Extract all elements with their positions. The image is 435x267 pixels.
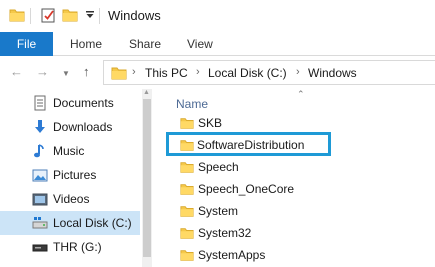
tab-view[interactable]: View [187,32,213,56]
drive-icon [32,239,48,255]
nav-item-label: Local Disk (C:) [53,216,132,230]
folder-icon [180,160,194,177]
folder-icon[interactable] [9,7,25,26]
nav-item-documents[interactable]: Documents [0,91,140,115]
up-arrow-icon[interactable]: ↑ [83,64,90,80]
videos-icon [32,191,48,207]
breadcrumb-windows[interactable]: Windows [308,66,357,80]
window-title: Windows [108,8,161,23]
nav-item-label: Documents [53,96,114,110]
file-name: Speech_OneCore [198,182,295,196]
nav-item-downloads[interactable]: Downloads [0,115,140,139]
list-item-skb[interactable]: SKB [168,112,368,134]
list-item-softwaredistribution[interactable]: SoftwareDistribution [166,132,331,156]
nav-item-pictures[interactable]: Pictures [0,163,140,187]
nav-item-label: Pictures [53,168,97,182]
file-name: Speech [198,160,239,174]
scroll-up-arrow-icon[interactable]: ▲ [143,89,150,96]
breadcrumb-chevron-icon[interactable]: › [196,66,200,78]
file-name: System [198,204,239,218]
customize-toolbar-icon[interactable] [85,10,95,23]
sort-ascending-icon: ⌃ [297,89,305,99]
nav-item-label: THR (G:) [53,240,102,254]
file-name: System32 [198,226,252,240]
file-list: ⌃ Name SKB SoftwareDistribution Speech S… [152,89,435,267]
list-item-system[interactable]: System [168,200,368,222]
forward-arrow-icon[interactable]: → [36,64,49,80]
list-item-speech[interactable]: Speech [168,156,368,178]
downloads-icon [32,119,48,135]
nav-item-label: Videos [53,192,90,206]
column-header-name[interactable]: Name [176,97,208,111]
title-bar: Windows [0,0,435,32]
folder-icon [180,248,194,265]
new-folder-icon[interactable] [62,7,78,26]
title-divider [99,8,100,24]
folder-icon [180,204,194,221]
navigation-bar: ← → ▼ ↑ › This PC › Local Disk (C:) › Wi… [0,56,435,89]
nav-item-thr-drive[interactable]: THR (G:) [0,235,140,259]
back-arrow-icon[interactable]: ← [10,64,23,80]
folder-icon [180,182,194,199]
breadcrumb-local-disk[interactable]: Local Disk (C:) [208,66,287,80]
properties-icon[interactable] [40,6,58,27]
nav-item-label: Music [53,144,85,158]
folder-icon [180,226,194,243]
tab-share[interactable]: Share [129,32,161,56]
nav-item-music[interactable]: Music [0,139,140,163]
file-name: SKB [198,116,223,130]
nav-item-label: Downloads [53,120,113,134]
nav-item-local-disk[interactable]: Local Disk (C:) [0,211,140,235]
tab-home[interactable]: Home [70,32,102,56]
recent-locations-chevron-icon[interactable]: ▼ [62,66,70,82]
breadcrumb-chevron-icon[interactable]: › [132,66,136,78]
list-item-system32[interactable]: System32 [168,222,368,244]
breadcrumb-this-pc[interactable]: This PC [145,66,188,80]
folder-icon [180,138,194,155]
nav-scrollbar-thumb[interactable] [143,99,151,257]
breadcrumb-chevron-icon[interactable]: › [296,66,300,78]
nav-item-videos[interactable]: Videos [0,187,140,211]
local-disk-icon [32,215,48,231]
file-name: SoftwareDistribution [197,138,305,152]
music-icon [32,143,48,159]
pictures-icon [32,167,48,183]
file-name: SystemApps [198,248,266,262]
documents-icon [32,95,48,111]
tab-file[interactable]: File [0,32,53,56]
list-item-systemapps[interactable]: SystemApps [168,244,368,266]
address-folder-icon [111,65,127,84]
folder-icon [180,116,194,133]
address-bar[interactable]: › This PC › Local Disk (C:) › Windows [103,60,435,85]
navigation-pane: Documents Downloads Music Pictures Video… [0,89,152,267]
quick-access-divider [30,8,31,24]
ribbon-tabs: File Home Share View [0,32,435,56]
list-item-speech-onecore[interactable]: Speech_OneCore [168,178,368,200]
